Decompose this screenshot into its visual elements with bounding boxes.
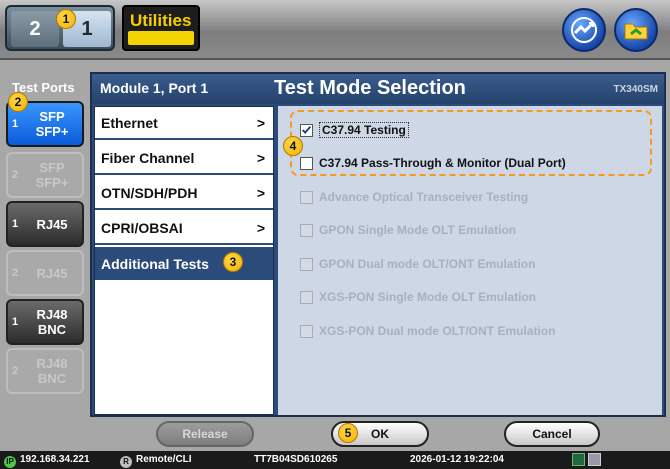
nav-item-label: Fiber Channel [101, 149, 195, 166]
checkbox [300, 190, 313, 204]
option-label: C37.94 Pass-Through & Monitor (Dual Port… [319, 156, 566, 170]
port-label: RJ48 BNC [36, 356, 68, 386]
battery-icon [588, 453, 601, 466]
nav-item-otn-sdh-pdh[interactable]: OTN/SDH/PDH > [95, 177, 273, 210]
network-status-icon: IP [4, 456, 16, 468]
callout-badge: 4 [283, 136, 303, 156]
option-xgs-pon-single: XGS-PON Single Mode OLT Emulation [300, 288, 536, 306]
nav-item-ethernet[interactable]: Ethernet > [95, 107, 273, 140]
checkbox [300, 257, 313, 271]
port-label: RJ45 [36, 265, 68, 281]
port-number: 1 [11, 316, 19, 328]
serial-number: TT7B04SD610265 [254, 454, 338, 465]
top-toolbar: 2 1 Utilities [0, 0, 670, 60]
nav-item-label: CPRI/OBSAI [101, 219, 183, 236]
utilities-label: Utilities [130, 11, 192, 30]
callout-badge: 3 [223, 252, 243, 272]
port-rj45-1[interactable]: 1 RJ45 [6, 201, 84, 247]
port-number: 2 [11, 169, 19, 181]
nav-item-label: OTN/SDH/PDH [101, 184, 198, 201]
test-options-list: C37.94 Testing C37.94 Pass-Through & Mon… [278, 106, 662, 415]
option-xgs-pon-dual: XGS-PON Dual mode OLT/ONT Emulation [300, 322, 555, 340]
option-gpon-dual: GPON Dual mode OLT/ONT Emulation [300, 255, 535, 273]
port-number: 1 [11, 118, 19, 130]
quick-access-button[interactable] [562, 8, 606, 52]
chevron-right-icon: > [256, 184, 265, 201]
callout-badge: 5 [338, 423, 358, 443]
utilities-button[interactable]: Utilities [122, 5, 200, 51]
signal-status-icon [572, 453, 585, 466]
remote-status-icon: R [120, 456, 132, 468]
release-button[interactable]: Release [156, 421, 254, 447]
ip-status: IP 192.168.34.221 [4, 454, 90, 468]
port-rj48-2: 2 RJ48 BNC [6, 348, 84, 394]
checkbox [300, 223, 313, 237]
cancel-button[interactable]: Cancel [504, 421, 600, 447]
checkbox[interactable] [300, 156, 313, 170]
port-number: 2 [11, 267, 19, 279]
option-label: XGS-PON Single Mode OLT Emulation [319, 290, 537, 304]
checkbox-checked[interactable] [300, 123, 313, 137]
checkbox [300, 324, 313, 338]
nav-item-cpri-obsai[interactable]: CPRI/OBSAI > [95, 212, 273, 245]
chevron-right-icon: > [256, 219, 265, 236]
panel-header: Module 1, Port 1 Test Mode Selection TX3… [92, 74, 664, 104]
option-gpon-single: GPON Single Mode OLT Emulation [300, 221, 516, 239]
port-number: 2 [11, 365, 19, 377]
option-c37-94-testing[interactable]: C37.94 Testing [300, 121, 409, 139]
callout-badge: 1 [56, 9, 76, 29]
option-advance-optical: Advance Optical Transceiver Testing [300, 188, 528, 206]
nav-item-additional-tests[interactable]: Additional Tests [95, 247, 273, 280]
nav-item-label: Ethernet [101, 114, 158, 131]
remote-status: R Remote/CLI [120, 454, 192, 468]
remote-label: Remote/CLI [136, 454, 192, 465]
port-label: SFP SFP+ [35, 109, 69, 139]
folder-icon [624, 23, 648, 40]
utilities-highlight-bar [128, 31, 194, 45]
option-c37-94-pass-through[interactable]: C37.94 Pass-Through & Monitor (Dual Port… [300, 154, 566, 172]
option-label: GPON Single Mode OLT Emulation [319, 223, 517, 237]
port-number: 1 [11, 218, 19, 230]
port-rj45-2: 2 RJ45 [6, 250, 84, 296]
option-label: GPON Dual mode OLT/ONT Emulation [319, 257, 536, 271]
callout-badge: 2 [8, 92, 28, 112]
checkmark-icon [302, 125, 312, 134]
status-bar: IP 192.168.34.221 R Remote/CLI TT7B04SD610… [0, 451, 670, 469]
port-sfp-2: 2 SFP SFP+ [6, 152, 84, 198]
port-label: RJ45 [36, 216, 68, 232]
chevron-right-icon: > [256, 149, 265, 166]
port-label: RJ48 BNC [36, 307, 68, 337]
view-2-button[interactable]: 2 [11, 11, 59, 47]
option-label: Advance Optical Transceiver Testing [319, 190, 529, 204]
nav-item-fiber-channel[interactable]: Fiber Channel > [95, 142, 273, 175]
ip-address: 192.168.34.221 [20, 454, 90, 465]
page-title: Test Mode Selection [274, 77, 466, 99]
category-nav: Ethernet > Fiber Channel > OTN/SDH/PDH >… [94, 106, 274, 415]
model-label: TX340SM [613, 84, 658, 95]
module-port-title: Module 1, Port 1 [100, 80, 209, 96]
status-icons [572, 453, 604, 469]
test-mode-panel: Module 1, Port 1 Test Mode Selection TX3… [90, 72, 666, 417]
date-time: 2026-01-12 19:22:04 [410, 454, 504, 465]
chevron-right-icon: > [256, 114, 265, 131]
signal-quick-icon [571, 17, 597, 43]
port-rj48-1[interactable]: 1 RJ48 BNC [6, 299, 84, 345]
option-label: C37.94 Testing [319, 122, 409, 138]
port-label: SFP SFP+ [35, 160, 69, 190]
option-label: XGS-PON Dual mode OLT/ONT Emulation [319, 324, 556, 338]
files-button[interactable] [614, 8, 658, 52]
checkbox [300, 290, 313, 304]
